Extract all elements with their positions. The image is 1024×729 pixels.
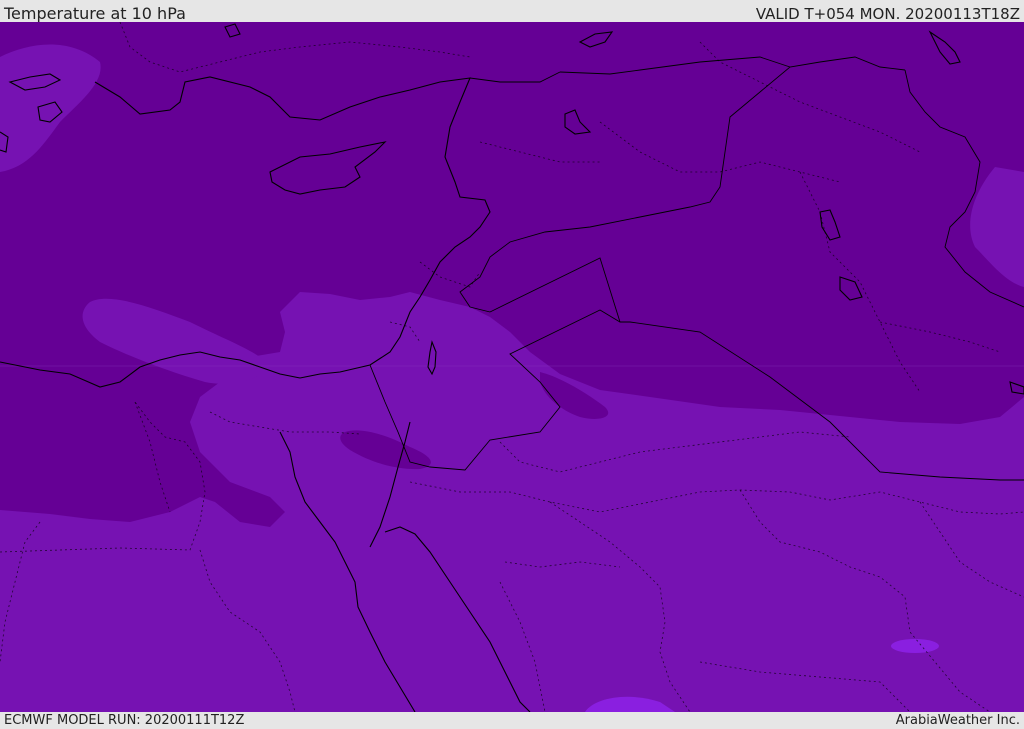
map-header: Temperature at 10 hPa VALID T+054 MON. 2… [0,0,1024,23]
model-run-label: ECMWF MODEL RUN: 20200111T12Z [4,713,245,728]
map-title: Temperature at 10 hPa [4,4,186,23]
map-footer: ECMWF MODEL RUN: 20200111T12Z ArabiaWeat… [0,712,1024,729]
violet-patch-saudi [891,639,939,653]
temperature-map[interactable] [0,22,1024,712]
valid-time: VALID T+054 MON. 20200113T18Z [755,5,1020,23]
credit-label: ArabiaWeather Inc. [895,713,1020,728]
map-canvas [0,22,1024,712]
